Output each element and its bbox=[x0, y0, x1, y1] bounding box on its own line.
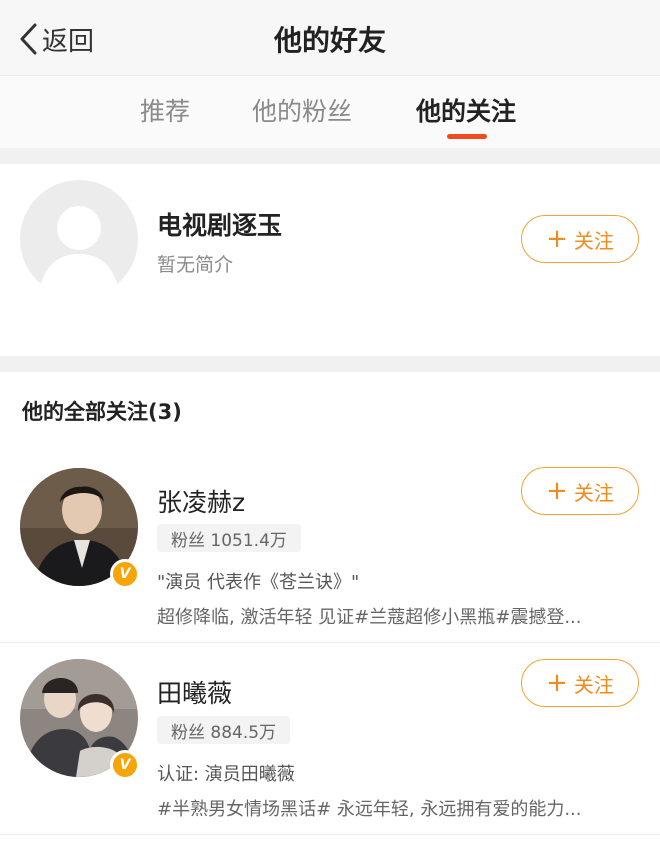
user-recent-post: 超修降临, 激活年轻 见证#兰蔻超修小黑瓶#震撼登... bbox=[157, 607, 582, 628]
featured-user-card[interactable]: 电视剧逐玉 暂无简介 + 关注 bbox=[0, 164, 660, 356]
featured-user-bio: 暂无简介 bbox=[157, 254, 234, 276]
fans-count: 粉丝 1051.4万 bbox=[157, 524, 301, 552]
follow-label: 关注 bbox=[573, 228, 614, 253]
row-divider bbox=[0, 642, 660, 643]
user-recent-post: #半熟男女情场黑话# 永远年轻, 永远拥有爱的能力... bbox=[157, 799, 582, 820]
nav-bar: 返回 他的好友 bbox=[0, 0, 660, 76]
follow-button[interactable]: + 关注 bbox=[521, 467, 639, 515]
tab-his-fans[interactable]: 他的粉丝 bbox=[252, 92, 352, 128]
fans-count: 粉丝 884.5万 bbox=[157, 716, 291, 744]
page-title: 他的好友 bbox=[273, 24, 386, 57]
follow-button[interactable]: + 关注 bbox=[521, 215, 639, 263]
follow-label: 关注 bbox=[573, 480, 614, 505]
plus-icon: + bbox=[546, 224, 568, 254]
active-tab-indicator bbox=[447, 134, 487, 139]
follow-label: 关注 bbox=[573, 672, 614, 697]
plus-icon: + bbox=[546, 476, 568, 506]
tab-his-following[interactable]: 他的关注 bbox=[416, 92, 516, 128]
verified-v-icon: V bbox=[110, 559, 140, 589]
following-list: 他的全部关注(3) V 张凌赫z 粉丝 1051.4万 "演员 代表作《苍兰诀》… bbox=[0, 372, 660, 849]
tab-recommend[interactable]: 推荐 bbox=[140, 92, 190, 128]
verified-v-icon: V bbox=[110, 750, 140, 780]
user-name[interactable]: 张凌赫z bbox=[157, 483, 245, 519]
user-intro: "演员 代表作《苍兰诀》" bbox=[157, 572, 360, 593]
plus-icon: + bbox=[546, 668, 568, 698]
section-title: 他的全部关注(3) bbox=[22, 400, 182, 424]
user-intro: 认证: 演员田曦薇 bbox=[157, 764, 295, 785]
section-divider bbox=[0, 148, 660, 164]
section-divider bbox=[0, 356, 660, 372]
featured-user-name[interactable]: 电视剧逐玉 bbox=[157, 206, 282, 242]
user-name[interactable]: 田曦薇 bbox=[157, 674, 232, 710]
follow-button[interactable]: + 关注 bbox=[521, 659, 639, 707]
default-avatar-icon[interactable] bbox=[20, 180, 138, 298]
tab-bar: 推荐 他的粉丝 他的关注 bbox=[0, 76, 660, 148]
row-divider bbox=[0, 834, 660, 835]
